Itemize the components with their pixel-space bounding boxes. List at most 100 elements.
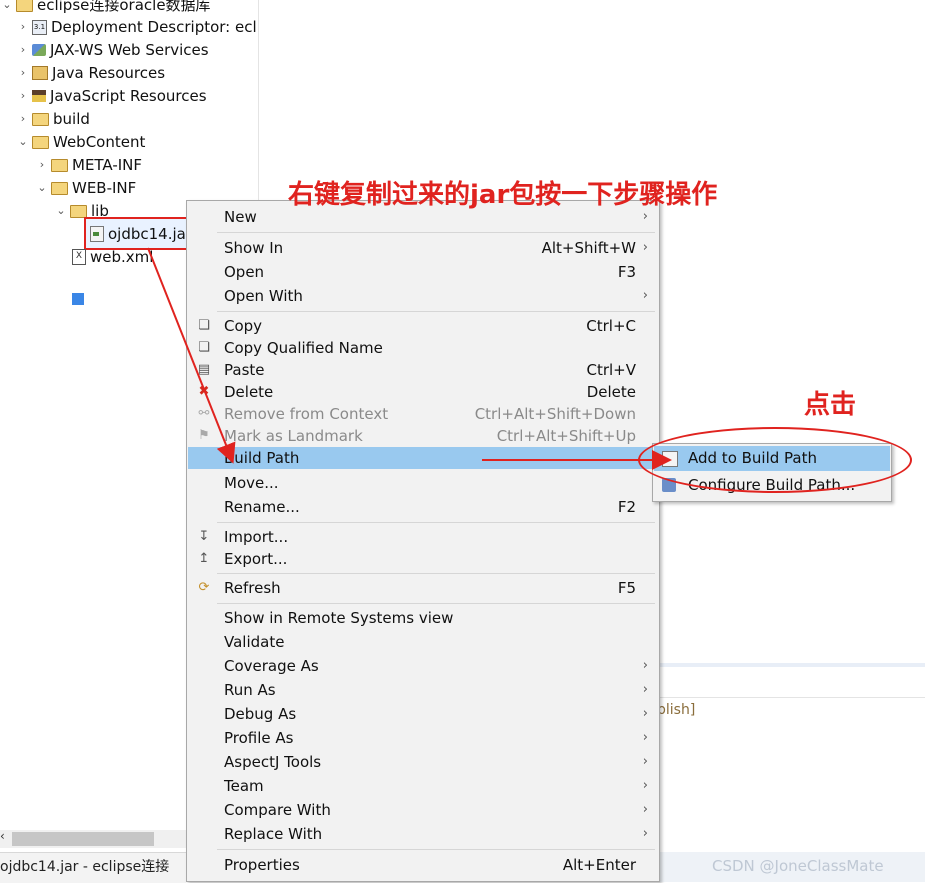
tree-item-web-inf[interactable]: ⌄ WEB-INF	[35, 177, 136, 199]
menu-item-delete[interactable]: ✖ Delete Delete	[188, 381, 658, 403]
watermark: CSDN @JoneClassMate	[712, 857, 884, 875]
tree-item-meta-inf[interactable]: › META-INF	[35, 154, 142, 176]
chevron-down-icon[interactable]: ⌄	[54, 200, 68, 222]
copy-icon: ❏	[198, 318, 210, 333]
annotation-ellipse	[638, 427, 912, 493]
deployment-descriptor-icon: 3.1	[32, 19, 47, 35]
tree-label: Deployment Descriptor: ecl	[51, 18, 257, 36]
remove-context-icon: ⚯	[198, 406, 210, 421]
menu-item-open[interactable]: Open F3	[188, 261, 658, 283]
menu-separator	[217, 573, 655, 574]
menu-label: Refresh	[224, 579, 281, 597]
tree-label: eclipse连接oracle数据库	[37, 0, 211, 14]
chevron-down-icon[interactable]: ⌄	[16, 131, 30, 153]
scrollbar-thumb[interactable]	[12, 832, 154, 846]
menu-item-rename[interactable]: Rename... F2	[188, 496, 658, 518]
folder-open-icon	[70, 204, 87, 218]
delete-icon: ✖	[198, 384, 210, 399]
chevron-right-icon: ›	[642, 658, 648, 673]
menu-item-replace-with[interactable]: Replace With ›	[188, 823, 658, 845]
menu-item-aspectj-tools[interactable]: AspectJ Tools ›	[188, 751, 658, 773]
menu-label: Rename...	[224, 498, 300, 516]
menu-item-profile-as[interactable]: Profile As ›	[188, 727, 658, 749]
menu-label: Mark as Landmark	[224, 427, 363, 445]
menu-label: Open	[224, 263, 265, 281]
tree-item-web-xml[interactable]: X web.xml	[70, 246, 153, 268]
scroll-left-icon[interactable]: ‹	[0, 829, 5, 843]
menu-label: New	[224, 208, 257, 226]
menu-shortcut: Ctrl+Alt+Shift+Up	[496, 427, 636, 445]
menu-label: Build Path	[224, 449, 300, 467]
menu-item-import[interactable]: ↧ Import...	[188, 526, 658, 548]
menu-item-debug-as[interactable]: Debug As ›	[188, 703, 658, 725]
export-icon: ↥	[198, 551, 210, 566]
tree-label: JavaScript Resources	[50, 87, 207, 105]
menu-item-show-remote[interactable]: Show in Remote Systems view	[188, 607, 658, 629]
chevron-right-icon: ›	[642, 682, 648, 697]
tree-project[interactable]: ⌄ eclipse连接oracle数据库	[0, 0, 211, 16]
status-text: ojdbc14.jar - eclipse连接	[0, 859, 170, 875]
menu-label: Compare With	[224, 801, 331, 819]
chevron-right-icon: ›	[642, 240, 648, 255]
tree-label: WEB-INF	[72, 179, 137, 197]
tree-item-ojdbc-jar[interactable]: ojdbc14.ja	[88, 223, 186, 245]
menu-item-team[interactable]: Team ›	[188, 775, 658, 797]
menu-label: Remove from Context	[224, 405, 389, 423]
menu-label: AspectJ Tools	[224, 753, 322, 771]
chevron-right-icon[interactable]: ›	[16, 108, 30, 130]
chevron-right-icon: ›	[642, 826, 648, 841]
chevron-right-icon: ›	[642, 778, 648, 793]
menu-item-copy-qualified-name[interactable]: ❏ Copy Qualified Name	[188, 337, 658, 359]
menu-item-mark-as-landmark: ⚑ Mark as Landmark Ctrl+Alt+Shift+Up	[188, 425, 658, 447]
chevron-right-icon[interactable]: ›	[16, 16, 30, 38]
menu-label: Team	[224, 777, 264, 795]
menu-shortcut: F3	[617, 263, 636, 281]
tree-item-jaxws[interactable]: › JAX-WS Web Services	[16, 39, 209, 61]
tree-label: META-INF	[72, 156, 143, 174]
menu-label: Paste	[224, 361, 265, 379]
web-services-icon	[32, 44, 46, 56]
menu-label: Run As	[224, 681, 276, 699]
tree-label: web.xml	[90, 248, 154, 266]
menu-separator	[217, 311, 655, 312]
landmark-icon: ⚑	[198, 428, 210, 443]
tree-item-javascript-resources[interactable]: › JavaScript Resources	[16, 85, 207, 107]
menu-item-compare-with[interactable]: Compare With ›	[188, 799, 658, 821]
menu-shortcut: Ctrl+V	[586, 361, 636, 379]
folder-icon	[51, 158, 68, 172]
menu-item-show-in[interactable]: Show In Alt+Shift+W ›	[188, 237, 658, 259]
context-menu: New › Show In Alt+Shift+W › Open F3 Open…	[186, 200, 660, 882]
tree-item-webcontent[interactable]: ⌄ WebContent	[16, 131, 145, 153]
menu-item-paste[interactable]: ▤ Paste Ctrl+V	[188, 359, 658, 381]
menu-item-properties[interactable]: Properties Alt+Enter	[188, 854, 658, 876]
paste-icon: ▤	[197, 362, 211, 377]
tree-item-build[interactable]: › build	[16, 108, 90, 130]
menu-item-copy[interactable]: ❏ Copy Ctrl+C	[188, 315, 658, 337]
folder-open-icon	[51, 181, 68, 195]
menu-label: Export...	[224, 550, 288, 568]
jar-file-icon	[90, 226, 104, 242]
menu-item-open-with[interactable]: Open With ›	[188, 285, 658, 307]
menu-item-remove-from-context: ⚯ Remove from Context Ctrl+Alt+Shift+Dow…	[188, 403, 658, 425]
menu-item-coverage-as[interactable]: Coverage As ›	[188, 655, 658, 677]
menu-item-export[interactable]: ↥ Export...	[188, 548, 658, 570]
menu-item-validate[interactable]: Validate	[188, 631, 658, 653]
tree-label: Java Resources	[52, 64, 166, 82]
blue-square-icon	[72, 293, 84, 305]
chevron-right-icon[interactable]: ›	[16, 62, 30, 84]
refresh-icon: ⟳	[198, 580, 210, 595]
chevron-right-icon[interactable]: ›	[35, 154, 49, 176]
chevron-down-icon[interactable]: ⌄	[0, 0, 14, 16]
tree-item-java-resources[interactable]: › Java Resources	[16, 62, 165, 84]
chevron-down-icon[interactable]: ⌄	[35, 177, 49, 199]
menu-item-run-as[interactable]: Run As ›	[188, 679, 658, 701]
chevron-right-icon[interactable]: ›	[16, 85, 30, 107]
chevron-right-icon[interactable]: ›	[16, 39, 30, 61]
tree-item-deployment-descriptor[interactable]: › 3.1 Deployment Descriptor: ecl	[16, 16, 257, 38]
menu-item-move[interactable]: Move...	[188, 472, 658, 494]
menu-shortcut: Ctrl+Alt+Shift+Down	[474, 405, 636, 423]
menu-item-build-path[interactable]: Build Path	[188, 447, 658, 469]
menu-item-refresh[interactable]: ⟳ Refresh F5	[188, 577, 658, 599]
menu-label: Validate	[224, 633, 285, 651]
annotation-click: 点击	[804, 390, 857, 420]
